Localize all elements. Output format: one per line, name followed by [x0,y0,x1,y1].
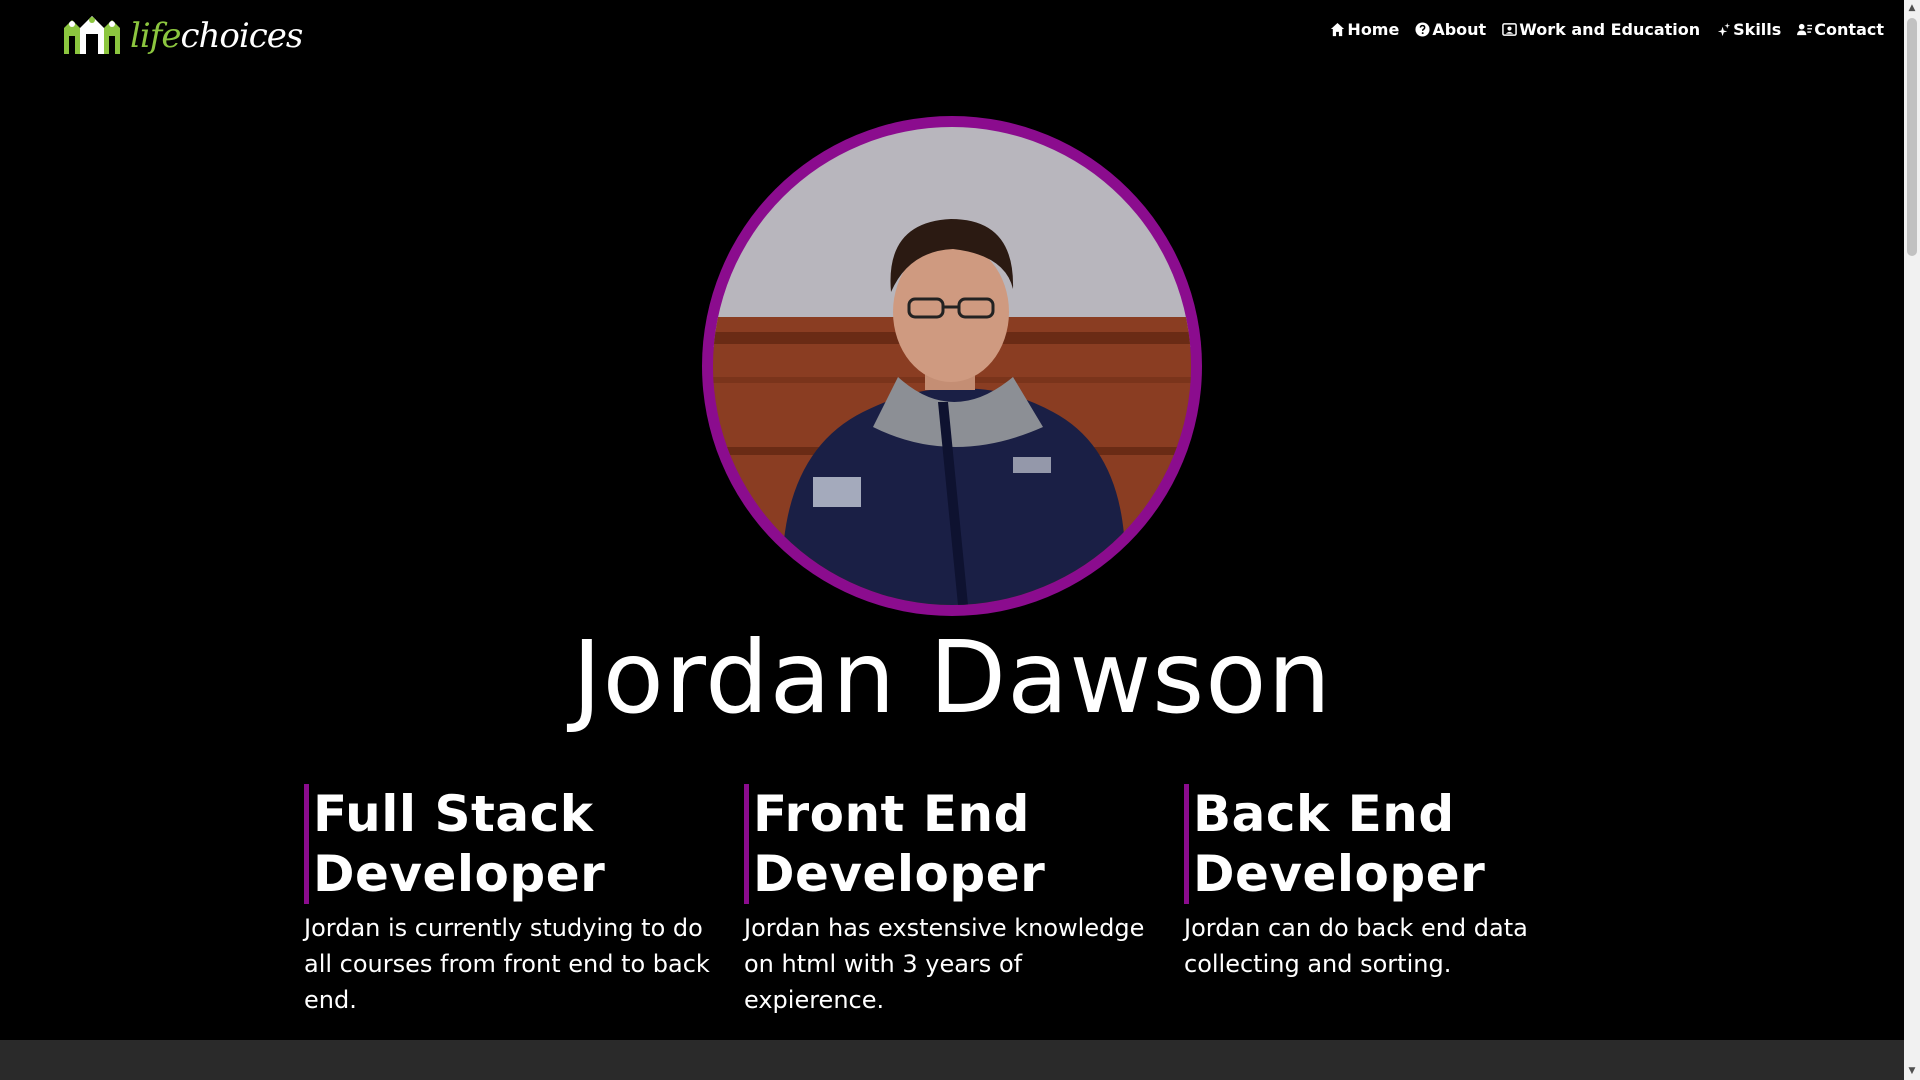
nav-link-contact[interactable]: Contact [1797,20,1884,39]
logo-mark-icon [64,16,120,54]
scrollbar[interactable]: ▲ ▼ [1904,0,1920,1080]
logo[interactable]: lifechoices [62,10,303,56]
role-title: Front End Developer [744,784,1164,904]
profile-name: Jordan Dawson [572,619,1332,736]
nav-link-skills[interactable]: Skills [1716,20,1781,39]
nav-link-work-education[interactable]: Work and Education [1502,20,1700,39]
role-card-full-stack: Full Stack Developer Jordan is currently… [304,784,724,1018]
nav-label-work-education: Work and Education [1519,20,1701,39]
avatar [713,127,1191,605]
scroll-down-arrow-icon[interactable]: ▼ [1904,1063,1920,1080]
scrollbar-thumb[interactable] [1907,18,1917,256]
role-description: Jordan can do back end data collecting a… [1184,914,1528,978]
role-title: Back End Developer [1184,784,1604,904]
nav-link-home[interactable]: Home [1330,20,1399,39]
role-description: Jordan has exstensive knowledge on html … [744,914,1145,1014]
avatar-ring [702,116,1202,616]
sparkle-icon [1718,22,1731,37]
contact-icon [1797,23,1813,36]
logo-word-choices: choices [180,16,303,56]
page: lifechoices Home About Work and Educatio… [0,0,1904,1080]
role-card-front-end: Front End Developer Jordan has exstensiv… [744,784,1164,1018]
nav-label-home: Home [1347,20,1400,39]
role-description: Jordan is currently studying to do all c… [304,914,710,1014]
logo-wordmark: lifechoices [130,16,303,56]
nav-label-contact: Contact [1814,20,1884,39]
nav-link-about[interactable]: About [1415,20,1486,39]
id-card-icon [1502,23,1518,36]
logo-word-life: life [130,16,181,56]
question-circle-icon [1415,22,1430,37]
role-title: Full Stack Developer [304,784,724,904]
home-icon [1331,22,1345,37]
navbar: lifechoices Home About Work and Educatio… [0,0,1904,66]
nav-links: Home About Work and Education Skills Con… [1330,20,1884,39]
scroll-up-arrow-icon[interactable]: ▲ [1904,0,1920,17]
profile-photo [713,127,1191,605]
nav-label-skills: Skills [1733,20,1782,39]
nav-label-about: About [1432,20,1487,39]
next-section-band [0,1040,1904,1080]
role-card-back-end: Back End Developer Jordan can do back en… [1184,784,1604,982]
